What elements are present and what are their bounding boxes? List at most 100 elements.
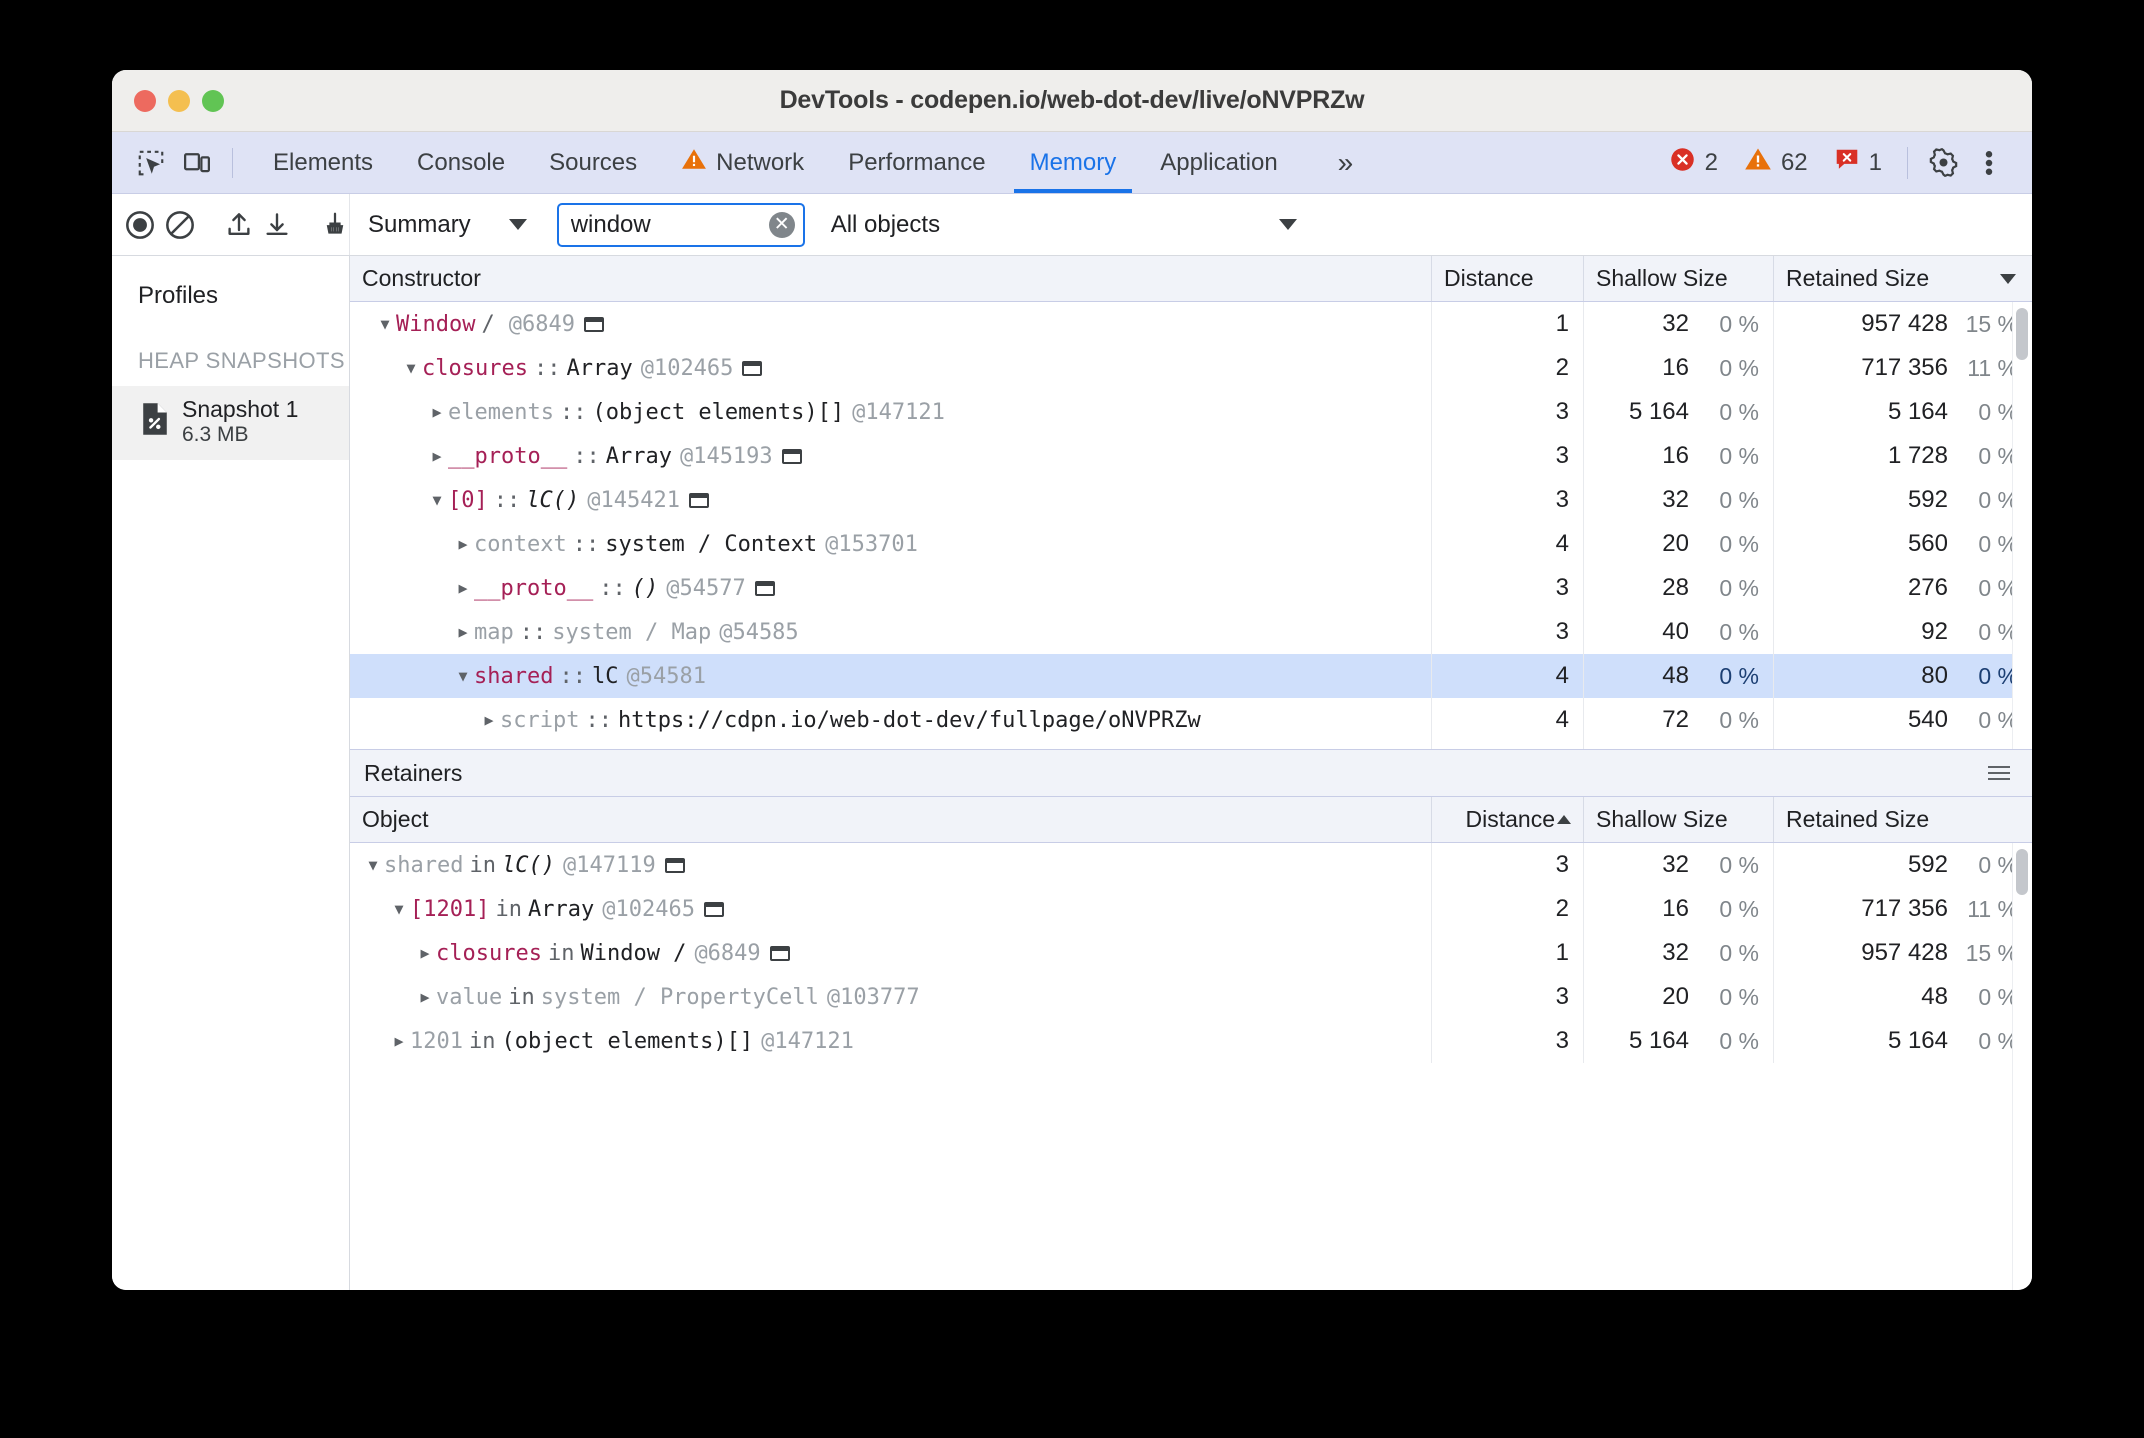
hamburger-menu-icon[interactable] xyxy=(1988,766,2010,780)
shallow-size-percent: 0 % xyxy=(1719,618,1759,645)
open-in-window-icon[interactable] xyxy=(703,901,724,917)
close-window-button[interactable] xyxy=(134,89,156,112)
load-profile-button[interactable] xyxy=(224,203,254,247)
column-header-constructor[interactable]: Constructor xyxy=(350,256,1432,301)
open-in-window-icon[interactable] xyxy=(769,945,790,961)
cell-shallow-size: 28 0 % xyxy=(1584,566,1774,610)
column-header-distance[interactable]: Distance xyxy=(1432,256,1584,301)
table-row[interactable]: __proto__::Array @1451933160 %1 7280 % xyxy=(350,434,2032,478)
table-row[interactable]: valueinsystem / PropertyCell @1037773200… xyxy=(350,975,2032,1019)
column-header-retained-size[interactable]: Retained Size xyxy=(1774,256,2032,301)
object-value: () xyxy=(631,575,659,601)
triangle-right-icon[interactable] xyxy=(426,449,448,464)
constructors-scrollbar-thumb[interactable] xyxy=(2016,308,2028,360)
shallow-size-percent: 0 % xyxy=(1719,574,1759,601)
table-row[interactable]: sharedinlC() @1471193320 %5920 % xyxy=(350,843,2032,887)
device-toolbar-icon[interactable] xyxy=(174,140,220,186)
triangle-right-icon[interactable] xyxy=(452,581,474,596)
table-row[interactable]: elements::(object elements)[] @14712135 … xyxy=(350,390,2032,434)
table-row[interactable]: script::https://cdpn.io/web-dot-dev/full… xyxy=(350,698,2032,742)
search-input[interactable] xyxy=(570,210,769,239)
collect-garbage-button[interactable] xyxy=(320,203,350,247)
object-key: [1201] xyxy=(410,896,490,922)
tab-performance[interactable]: Performance xyxy=(826,132,1007,193)
cell-object-name: valueinsystem / PropertyCell @103777 xyxy=(350,975,1432,1019)
issues-count-badge[interactable]: 1 xyxy=(1821,146,1895,179)
tab-sources[interactable]: Sources xyxy=(527,132,659,193)
tab-elements[interactable]: Elements xyxy=(251,132,395,193)
class-filter-field[interactable]: ✕ xyxy=(556,202,805,247)
sort-descending-icon xyxy=(2000,273,2016,284)
column-header-distance[interactable]: Distance xyxy=(1432,797,1584,842)
constructors-grid-body[interactable]: Window/ @68491320 %957 42815 %closures::… xyxy=(350,302,2032,749)
view-type-select[interactable]: Summary xyxy=(368,211,527,239)
table-row[interactable]: closures::Array @1024652160 %717 35611 % xyxy=(350,346,2032,390)
triangle-right-icon[interactable] xyxy=(478,713,500,728)
object-id: @6849 xyxy=(694,940,761,966)
object-key: [0] xyxy=(448,487,488,513)
sidebar-item-snapshot-1[interactable]: Snapshot 1 6.3 MB xyxy=(112,386,349,460)
open-in-window-icon[interactable] xyxy=(688,492,709,508)
cell-distance: 4 xyxy=(1432,698,1584,742)
kebab-menu-icon[interactable] xyxy=(1966,140,2012,186)
gear-icon[interactable] xyxy=(1920,140,1966,186)
minimize-window-button[interactable] xyxy=(168,89,190,112)
clear-button[interactable] xyxy=(164,203,196,247)
open-in-window-icon[interactable] xyxy=(742,360,763,376)
retained-size-percent: 0 % xyxy=(1978,574,2018,601)
table-row[interactable]: context::system / Context @1537014200 %5… xyxy=(350,522,2032,566)
inspect-element-icon[interactable] xyxy=(128,140,174,186)
tab-network[interactable]: Network xyxy=(659,132,826,193)
retained-size-percent: 15 % xyxy=(1965,939,2018,966)
warning-count-badge[interactable]: 62 xyxy=(1731,146,1821,179)
table-row[interactable]: [1201]inArray @1024652160 %717 35611 % xyxy=(350,887,2032,931)
key-value-separator: in xyxy=(468,1028,496,1054)
open-in-window-icon[interactable] xyxy=(583,316,604,332)
table-row[interactable]: shared::lC @545814480 %800 % xyxy=(350,654,2032,698)
table-row[interactable]: [0]::lC() @1454213320 %5920 % xyxy=(350,478,2032,522)
retainers-scroll-track[interactable] xyxy=(2012,843,2032,1290)
constructors-scroll-track[interactable] xyxy=(2012,302,2032,749)
triangle-right-icon[interactable] xyxy=(452,625,474,640)
retainers-grid-body[interactable]: sharedinlC() @1471193320 %5920 %[1201]in… xyxy=(350,843,2032,1290)
record-heap-snapshot-button[interactable] xyxy=(124,203,156,247)
tab-application[interactable]: Application xyxy=(1138,132,1299,193)
triangle-down-icon[interactable] xyxy=(452,669,474,684)
column-header-object[interactable]: Object xyxy=(350,797,1432,842)
column-header-shallow-size[interactable]: Shallow Size xyxy=(1584,797,1774,842)
table-row[interactable]: closuresinWindow / @68491320 %957 42815 … xyxy=(350,931,2032,975)
triangle-right-icon[interactable] xyxy=(414,990,436,1005)
objects-filter-select[interactable]: All objects xyxy=(831,211,1331,239)
more-tabs-button[interactable]: » xyxy=(1300,132,1392,193)
maximize-window-button[interactable] xyxy=(202,89,224,112)
table-row[interactable]: 1201in(object elements)[] @14712135 1640… xyxy=(350,1019,2032,1063)
save-profile-button[interactable] xyxy=(262,203,292,247)
triangle-down-icon[interactable] xyxy=(362,858,384,873)
triangle-right-icon[interactable] xyxy=(414,946,436,961)
key-value-separator: in xyxy=(508,984,535,1010)
open-in-window-icon[interactable] xyxy=(781,448,802,464)
triangle-down-icon[interactable] xyxy=(374,317,396,332)
triangle-down-icon[interactable] xyxy=(426,493,448,508)
error-count-badge[interactable]: 2 xyxy=(1656,146,1731,180)
table-row[interactable]: Window/ @68491320 %957 42815 % xyxy=(350,302,2032,346)
column-header-retained-size[interactable]: Retained Size xyxy=(1774,797,2032,842)
key-value-separator: :: xyxy=(559,399,587,425)
warning-count: 62 xyxy=(1780,148,1808,176)
tab-console[interactable]: Console xyxy=(395,132,527,193)
clear-search-icon[interactable]: ✕ xyxy=(768,211,795,238)
triangle-down-icon[interactable] xyxy=(400,361,422,376)
cell-distance: 4 xyxy=(1432,742,1584,749)
table-row[interactable]: raw_outer_scope_info_or_feedback_metadat… xyxy=(350,742,2032,749)
table-row[interactable]: __proto__::() @545773280 %2760 % xyxy=(350,566,2032,610)
column-header-shallow-size[interactable]: Shallow Size xyxy=(1584,256,1774,301)
triangle-right-icon[interactable] xyxy=(388,1034,410,1049)
open-in-window-icon[interactable] xyxy=(664,857,685,873)
tab-memory[interactable]: Memory xyxy=(1008,132,1139,193)
table-row[interactable]: map::system / Map @545853400 %920 % xyxy=(350,610,2032,654)
triangle-right-icon[interactable] xyxy=(426,405,448,420)
triangle-down-icon[interactable] xyxy=(388,902,410,917)
retainers-scrollbar-thumb[interactable] xyxy=(2016,849,2028,895)
open-in-window-icon[interactable] xyxy=(754,580,775,596)
triangle-right-icon[interactable] xyxy=(452,537,474,552)
